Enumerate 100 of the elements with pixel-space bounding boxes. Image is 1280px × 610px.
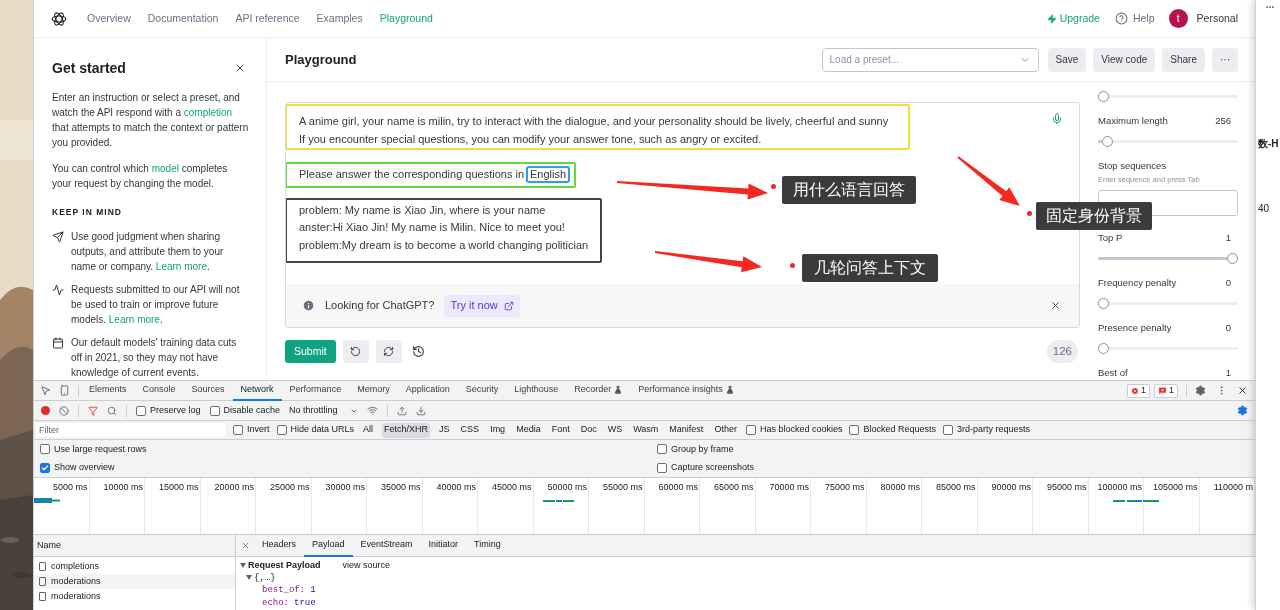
type-filter-button[interactable]: Fetch/XHR bbox=[382, 422, 431, 438]
checkbox[interactable] bbox=[233, 425, 243, 435]
type-filter-button[interactable]: Manifest bbox=[667, 422, 706, 438]
slider[interactable] bbox=[1098, 342, 1238, 354]
checkbox-label: Use large request rows bbox=[54, 442, 147, 456]
annotation-tooltip: 用什么语言回答 bbox=[782, 176, 916, 204]
slider-thumb[interactable] bbox=[1101, 135, 1113, 147]
type-filter-button[interactable]: CSS bbox=[458, 422, 482, 438]
slider[interactable] bbox=[1098, 297, 1238, 309]
type-filter-button[interactable]: JS bbox=[437, 422, 452, 438]
nav-link[interactable]: API reference bbox=[235, 10, 300, 27]
slider-thumb[interactable] bbox=[1098, 342, 1109, 354]
slider[interactable] bbox=[1098, 90, 1238, 102]
request-name[interactable]: moderations bbox=[51, 589, 101, 604]
details-tab[interactable]: Headers bbox=[254, 534, 305, 557]
view-source-link[interactable]: view source bbox=[342, 559, 391, 572]
details-tab[interactable]: Payload bbox=[304, 534, 353, 557]
type-filter-button[interactable]: All bbox=[361, 422, 376, 438]
request-name[interactable]: completions bbox=[51, 559, 100, 574]
devtools-tab[interactable]: Sources bbox=[183, 381, 233, 401]
checkbox[interactable] bbox=[136, 405, 146, 416]
clear-icon[interactable] bbox=[59, 405, 69, 416]
column-header[interactable]: Name bbox=[34, 535, 235, 557]
toolbar-button[interactable]: ··· bbox=[1212, 47, 1238, 72]
type-filter-button[interactable]: Wasm bbox=[631, 422, 661, 438]
devtools-tab[interactable]: Memory bbox=[349, 381, 398, 401]
toolbar-button[interactable]: View code bbox=[1093, 47, 1156, 72]
property-key: echo: bbox=[262, 597, 289, 608]
prompt-editor[interactable] bbox=[285, 102, 1080, 328]
checkbox[interactable] bbox=[276, 425, 287, 435]
filter-field[interactable]: Filter bbox=[36, 423, 226, 437]
devtools-tab[interactable]: Elements bbox=[81, 381, 135, 401]
search-icon[interactable] bbox=[107, 405, 117, 416]
checkbox[interactable] bbox=[657, 444, 667, 455]
type-filter-button[interactable]: WS bbox=[605, 422, 625, 438]
slider-thumb[interactable] bbox=[1098, 90, 1109, 102]
type-filter-button[interactable]: Doc bbox=[578, 422, 599, 438]
setting-value: 0 bbox=[1225, 320, 1231, 335]
device-icon[interactable] bbox=[59, 385, 70, 396]
filter-icon[interactable] bbox=[88, 405, 98, 416]
checkbox[interactable] bbox=[209, 405, 220, 416]
undo-button[interactable] bbox=[342, 340, 369, 363]
account-name[interactable]: Personal bbox=[1196, 10, 1238, 27]
close-icon[interactable] bbox=[234, 62, 246, 74]
checkbox[interactable] bbox=[40, 462, 50, 473]
try-now-button[interactable]: Try it now bbox=[444, 294, 520, 317]
checkbox[interactable] bbox=[849, 425, 860, 435]
nav-link[interactable]: Overview bbox=[87, 10, 131, 27]
history-icon[interactable] bbox=[411, 345, 425, 358]
type-filter-button[interactable]: Font bbox=[549, 422, 572, 438]
close-icon[interactable] bbox=[1050, 300, 1061, 311]
devtools-tab[interactable]: Security bbox=[457, 381, 507, 401]
inspect-icon[interactable] bbox=[40, 385, 51, 396]
slider-thumb[interactable] bbox=[1098, 297, 1109, 309]
timeline-tick: 5000 ms bbox=[52, 481, 88, 494]
devtools-tab[interactable]: Recorder bbox=[566, 381, 631, 401]
expand-icon[interactable] bbox=[240, 562, 246, 568]
checkbox[interactable] bbox=[657, 462, 667, 473]
upload-icon[interactable] bbox=[396, 405, 407, 416]
toolbar-button[interactable]: Save bbox=[1047, 47, 1087, 72]
network-conditions-icon[interactable] bbox=[366, 405, 378, 416]
slider[interactable] bbox=[1098, 135, 1238, 147]
toolbar-button[interactable]: Share bbox=[1162, 47, 1205, 72]
error-count-badge[interactable]: 1 bbox=[1126, 383, 1150, 398]
annotation-tooltip: 几轮问答上下文 bbox=[802, 254, 938, 282]
nav-link[interactable]: Documentation bbox=[147, 10, 219, 27]
slider[interactable] bbox=[1098, 252, 1238, 264]
checkbox-label: Hide data URLs bbox=[290, 423, 355, 437]
logo-icon[interactable] bbox=[50, 9, 68, 28]
microphone-icon[interactable] bbox=[1051, 113, 1063, 125]
nav-link[interactable]: Examples bbox=[316, 10, 363, 27]
settings-icon[interactable] bbox=[1195, 385, 1206, 396]
checkbox[interactable] bbox=[745, 425, 756, 435]
details-tab[interactable]: EventStream bbox=[352, 534, 421, 557]
devtools-tab[interactable]: Application bbox=[397, 381, 458, 401]
help-link[interactable]: Help bbox=[1132, 10, 1155, 27]
devtools-tab[interactable]: Lighthouse bbox=[506, 381, 567, 401]
type-filter-button[interactable]: Other bbox=[712, 422, 739, 438]
checkbox[interactable] bbox=[40, 444, 50, 455]
throttling-select[interactable]: No throttling bbox=[289, 403, 358, 418]
regenerate-button[interactable] bbox=[375, 340, 402, 363]
type-filter-button[interactable]: Img bbox=[488, 422, 508, 438]
checkbox[interactable] bbox=[943, 425, 953, 435]
settings-icon[interactable] bbox=[1237, 405, 1248, 416]
devtools-tab[interactable]: Performance bbox=[281, 381, 350, 401]
timeline-tick: 100000 ms bbox=[1097, 481, 1142, 494]
slider-thumb[interactable] bbox=[1227, 252, 1238, 264]
avatar[interactable]: t bbox=[1168, 9, 1188, 28]
record-icon[interactable] bbox=[41, 406, 50, 415]
download-icon[interactable] bbox=[415, 405, 426, 416]
devtools-tab[interactable]: Console bbox=[134, 381, 184, 401]
type-filter-button[interactable]: Media bbox=[514, 422, 543, 438]
close-icon[interactable] bbox=[1237, 385, 1248, 396]
prompt-line: problem:My dream is to become a world changing politician bbox=[299, 237, 589, 253]
issue-count-badge[interactable]: 1 bbox=[1154, 383, 1178, 398]
expand-icon[interactable] bbox=[246, 575, 252, 581]
devtools-tab[interactable]: Performance insights bbox=[630, 381, 742, 401]
devtools-tab[interactable]: Network bbox=[232, 381, 282, 401]
details-tab[interactable]: Initiator bbox=[420, 534, 467, 557]
details-tab[interactable]: Timing bbox=[466, 534, 509, 557]
